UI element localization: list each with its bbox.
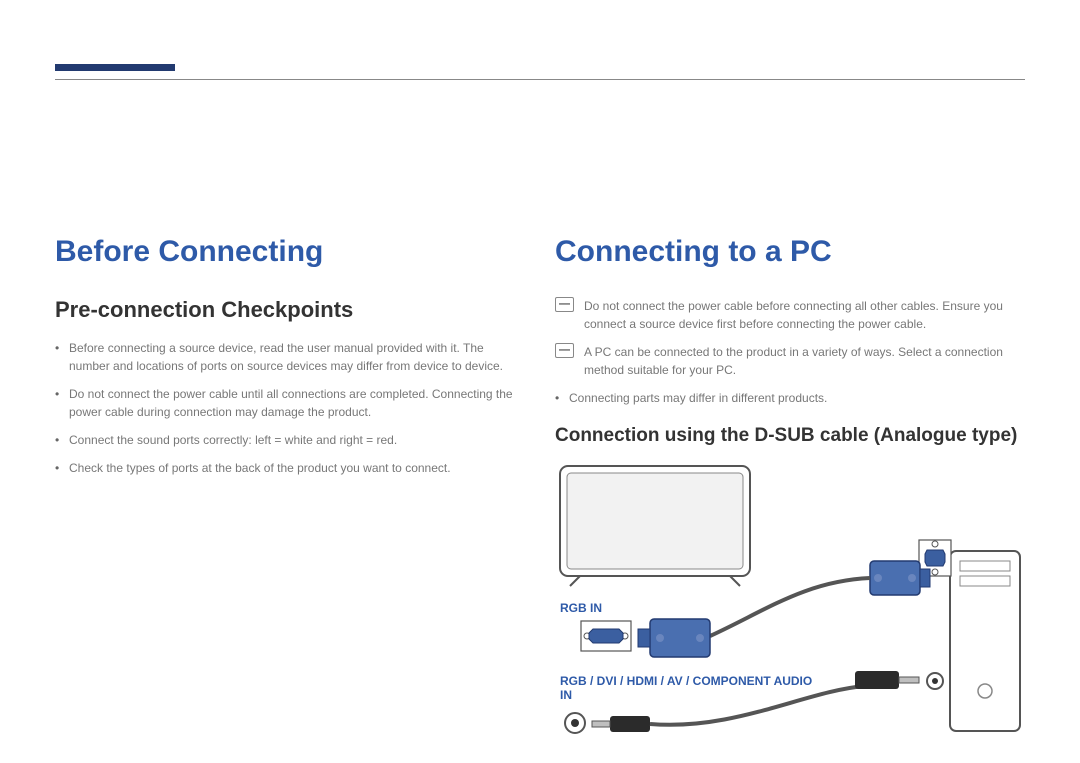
right-bullets: Connecting parts may differ in different… <box>555 389 1025 407</box>
subheading-dsub: Connection using the D-SUB cable (Analog… <box>555 425 1025 447</box>
left-column: Before Connecting Pre-connection Checkpo… <box>55 235 515 751</box>
right-column: Connecting to a PC ― Do not connect the … <box>555 235 1025 751</box>
list-item: Check the types of ports at the back of … <box>55 459 515 477</box>
content-columns: Before Connecting Pre-connection Checkpo… <box>55 235 1025 751</box>
note-item: ― A PC can be connected to the product i… <box>555 343 1025 379</box>
heading-before-connecting: Before Connecting <box>55 235 515 269</box>
list-item: Do not connect the power cable until all… <box>55 385 515 421</box>
list-item: Before connecting a source device, read … <box>55 339 515 375</box>
hint-icon: ― <box>555 297 574 312</box>
subheading-checkpoints: Pre-connection Checkpoints <box>55 297 515 323</box>
note-text: Do not connect the power cable before co… <box>584 297 1025 333</box>
list-item: Connecting parts may differ in different… <box>555 389 1025 407</box>
note-text: A PC can be connected to the product in … <box>584 343 1025 379</box>
hint-icon: ― <box>555 343 574 358</box>
list-item: Connect the sound ports correctly: left … <box>55 431 515 449</box>
note-item: ― Do not connect the power cable before … <box>555 297 1025 333</box>
connection-diagram <box>555 461 1025 751</box>
header-rule <box>55 40 1025 80</box>
heading-connecting-pc: Connecting to a PC <box>555 235 1025 269</box>
checkpoints-list: Before connecting a source device, read … <box>55 339 515 477</box>
diagram-svg <box>555 461 1025 751</box>
header-accent-bar <box>55 64 175 71</box>
